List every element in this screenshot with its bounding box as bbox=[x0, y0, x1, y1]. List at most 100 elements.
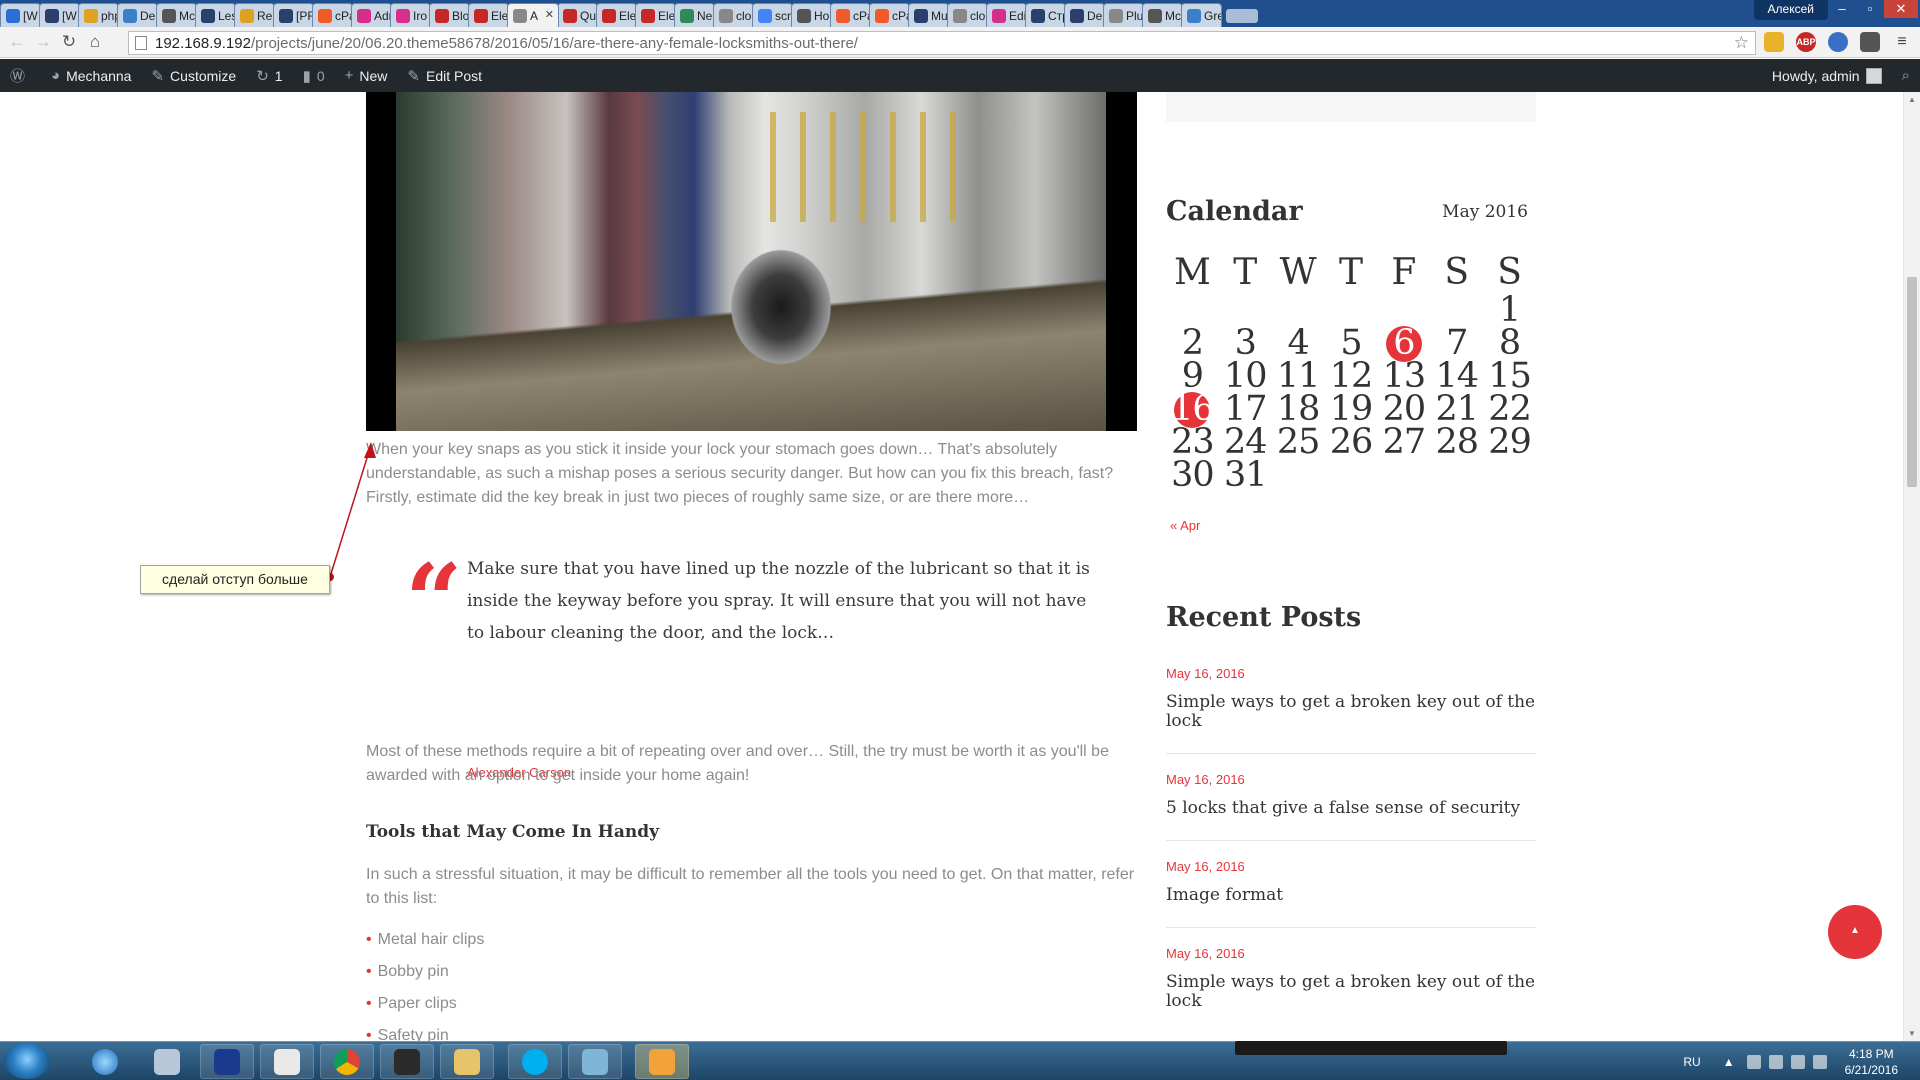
network-icon[interactable] bbox=[1746, 1054, 1761, 1069]
browser-tab[interactable]: cPa bbox=[830, 3, 871, 27]
browser-tab[interactable]: Mu bbox=[908, 3, 949, 27]
forward-arrow-icon[interactable]: → bbox=[30, 32, 56, 52]
browser-tab[interactable]: cPa bbox=[869, 3, 910, 27]
edit-post-link[interactable]: ✎ Edit Post bbox=[397, 59, 492, 92]
maximize-icon[interactable]: ▫ bbox=[1856, 0, 1884, 18]
updates-link[interactable]: ↻ 1 bbox=[246, 59, 292, 92]
minimize-icon[interactable]: – bbox=[1828, 0, 1856, 18]
calendar-prev-link[interactable]: « Apr bbox=[1170, 518, 1200, 533]
skype-icon[interactable] bbox=[508, 1044, 562, 1079]
start-button[interactable] bbox=[4, 1043, 50, 1079]
browser-tab[interactable]: A ✕ bbox=[507, 3, 559, 27]
customize-link[interactable]: ✎ Customize bbox=[141, 59, 246, 92]
browser-tab[interactable]: Mc bbox=[1142, 3, 1183, 27]
browser-tab[interactable]: Ele bbox=[596, 3, 637, 27]
browser-tab[interactable]: clo bbox=[713, 3, 754, 27]
update-icon[interactable] bbox=[1790, 1054, 1805, 1069]
browser-tab[interactable]: Mc bbox=[156, 3, 197, 27]
browser-tab[interactable]: Blo bbox=[429, 3, 470, 27]
url-path: /projects/june/20/06.20.theme58678/2016/… bbox=[250, 34, 858, 52]
adblock-icon[interactable]: ABP bbox=[1796, 32, 1816, 52]
browser-tab[interactable]: Re bbox=[234, 3, 275, 27]
menu-icon[interactable]: ≡ bbox=[1892, 32, 1912, 52]
new-content-link[interactable]: + New bbox=[335, 59, 398, 92]
my-account-link[interactable]: Howdy, admin bbox=[1762, 59, 1892, 92]
window-controls: – ▫ ✕ bbox=[1828, 0, 1918, 18]
address-bar[interactable]: 192.168.9.192/projects/june/20/06.20.the… bbox=[128, 31, 1756, 55]
chrome-icon[interactable] bbox=[320, 1044, 374, 1079]
browser-tab[interactable]: Ele bbox=[635, 3, 676, 27]
browser-tab[interactable]: Ho bbox=[791, 3, 832, 27]
tab-favicon-icon bbox=[6, 8, 20, 23]
mail-icon[interactable] bbox=[1860, 32, 1880, 52]
browser-tab[interactable]: php bbox=[78, 3, 119, 27]
new-tab-button[interactable] bbox=[1226, 9, 1258, 23]
home-icon[interactable]: ⌂ bbox=[82, 32, 108, 52]
volume-icon[interactable] bbox=[1812, 1054, 1827, 1069]
language-indicator[interactable]: RU bbox=[1683, 1055, 1700, 1069]
tab-favicon-icon bbox=[1148, 8, 1162, 23]
browser-tab[interactable]: Ele bbox=[468, 3, 509, 27]
recent-post-link[interactable]: 5 locks that give a false sense of secur… bbox=[1166, 799, 1536, 818]
scroll-down-icon[interactable]: ▼ bbox=[1908, 1029, 1916, 1038]
security-icon[interactable] bbox=[1768, 1054, 1783, 1069]
recent-post-link[interactable]: Simple ways to get a broken key out of t… bbox=[1166, 973, 1536, 1011]
terminal-icon[interactable] bbox=[380, 1044, 434, 1079]
recent-post-date[interactable]: May 16, 2016 bbox=[1166, 772, 1536, 787]
calendar-weekday-header: T bbox=[1233, 252, 1258, 293]
extension-puzzle-icon[interactable] bbox=[1764, 32, 1784, 52]
site-name-link[interactable]: ◕ Mechanna bbox=[41, 59, 141, 92]
recent-post-link[interactable]: Simple ways to get a broken key out of t… bbox=[1166, 693, 1536, 731]
internet-explorer-icon[interactable] bbox=[78, 1044, 132, 1079]
recent-post-link[interactable]: Image format bbox=[1166, 886, 1536, 905]
annotation-note[interactable]: сделай отступ больше bbox=[140, 565, 330, 594]
browser-tab[interactable]: Del bbox=[1064, 3, 1105, 27]
comments-count: 0 bbox=[316, 67, 325, 84]
browser-tab[interactable]: Gre bbox=[1181, 3, 1222, 27]
recent-post-item: May 16, 2016 Image format bbox=[1166, 859, 1536, 928]
save-app-icon[interactable] bbox=[200, 1044, 254, 1079]
browser-tab[interactable]: Edi bbox=[986, 3, 1027, 27]
post-excerpt: When your key snaps as you stick it insi… bbox=[366, 441, 1114, 506]
reload-icon[interactable]: ↻ bbox=[56, 32, 82, 52]
wp-logo-icon[interactable]: Ⓦ bbox=[0, 59, 41, 92]
browser-tab[interactable]: [W bbox=[0, 3, 41, 27]
browser-tab[interactable]: scr bbox=[752, 3, 793, 27]
comments-link[interactable]: ▮ 0 bbox=[293, 59, 335, 92]
browser-tab[interactable]: clo bbox=[947, 3, 988, 27]
bookmark-star-icon[interactable]: ☆ bbox=[1734, 33, 1749, 53]
search-icon[interactable]: ⌕ bbox=[1892, 59, 1920, 92]
scroll-to-top-button[interactable]: ▲ bbox=[1828, 905, 1882, 959]
notepad-icon[interactable] bbox=[568, 1044, 622, 1079]
browser-tab[interactable]: Les bbox=[195, 3, 236, 27]
browser-tab[interactable]: [PR bbox=[273, 3, 314, 27]
browser-tab[interactable]: Iro bbox=[390, 3, 431, 27]
back-arrow-icon[interactable]: ← bbox=[4, 32, 30, 52]
close-tab-icon[interactable]: ✕ bbox=[545, 8, 554, 21]
browser-tab[interactable]: Qu bbox=[557, 3, 598, 27]
s-app-icon[interactable] bbox=[260, 1044, 314, 1079]
scrollbar-thumb[interactable] bbox=[1907, 277, 1917, 487]
recent-post-date[interactable]: May 16, 2016 bbox=[1166, 946, 1536, 961]
scroll-up-icon[interactable]: ▲ bbox=[1908, 95, 1916, 104]
show-hidden-icon[interactable]: ▲ bbox=[1723, 1055, 1735, 1069]
browser-tab[interactable]: Plu bbox=[1103, 3, 1144, 27]
calendar-day-link[interactable]: 16 bbox=[1166, 391, 1219, 428]
comment-icon: ▮ bbox=[302, 67, 311, 85]
globe-extension-icon[interactable] bbox=[1828, 32, 1848, 52]
browser-tab[interactable]: Ne bbox=[674, 3, 715, 27]
recent-post-date[interactable]: May 16, 2016 bbox=[1166, 666, 1536, 681]
browser-tab[interactable]: cPa bbox=[312, 3, 353, 27]
tab-favicon-icon bbox=[953, 8, 967, 23]
folder-icon[interactable] bbox=[440, 1044, 494, 1079]
vertical-scrollbar[interactable]: ▲ ▼ bbox=[1903, 92, 1920, 1041]
calculator-icon[interactable] bbox=[140, 1044, 194, 1079]
close-window-icon[interactable]: ✕ bbox=[1884, 0, 1918, 18]
browser-tab[interactable]: Adr bbox=[351, 3, 392, 27]
screenshot-app-icon[interactable] bbox=[635, 1044, 689, 1079]
recent-post-date[interactable]: May 16, 2016 bbox=[1166, 859, 1536, 874]
browser-tab[interactable]: [W bbox=[39, 3, 80, 27]
browser-tab[interactable]: Стр bbox=[1025, 3, 1066, 27]
clock[interactable]: 4:18 PM 6/21/2016 bbox=[1845, 1046, 1898, 1078]
browser-tab[interactable]: De bbox=[117, 3, 158, 27]
